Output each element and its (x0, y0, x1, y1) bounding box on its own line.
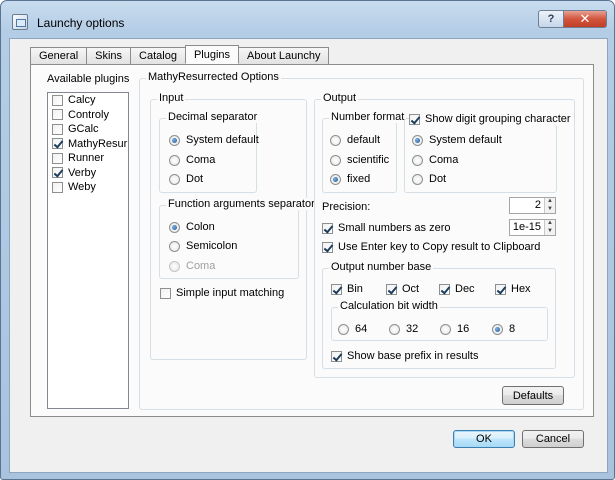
precision-spinbox[interactable]: 2 ▲ ▼ (509, 197, 556, 214)
grouping-dot-radio[interactable]: Dot (412, 172, 446, 186)
radio-icon (338, 323, 349, 335)
format-scientific-radio[interactable]: scientific (330, 153, 389, 167)
plugin-checkbox[interactable] (52, 138, 63, 150)
list-item[interactable]: Weby (48, 180, 128, 195)
checkbox-icon (495, 283, 506, 295)
cancel-button[interactable]: Cancel (522, 430, 584, 448)
base-oct-checkbox[interactable]: Oct (386, 282, 419, 296)
precision-label: Precision: (322, 201, 371, 213)
tab-general[interactable]: General (30, 47, 88, 64)
list-item[interactable]: Runner (48, 151, 128, 166)
small-numbers-checkbox[interactable]: Small numbers as zero (322, 221, 451, 235)
digit-grouping-checkbox[interactable]: Show digit grouping character (409, 112, 573, 126)
format-default-radio[interactable]: default (330, 133, 380, 147)
list-item[interactable]: Controly (48, 108, 128, 123)
spin-down-icon[interactable]: ▼ (545, 227, 555, 235)
plugin-checkbox[interactable] (52, 94, 63, 106)
plugin-checkbox[interactable] (52, 167, 63, 179)
tab-skins[interactable]: Skins (86, 47, 132, 64)
plugin-checkbox[interactable] (52, 152, 63, 164)
checkbox-icon (322, 222, 333, 234)
bit-width-32-radio[interactable]: 32 (389, 322, 418, 336)
base-bin-checkbox[interactable]: Bin (331, 282, 363, 296)
function-semicolon-radio[interactable]: Semicolon (169, 239, 237, 253)
dialog-client: General Skins Catalog Plugins About Laun… (9, 38, 608, 473)
spin-up-icon[interactable]: ▲ (545, 198, 555, 206)
base-dec-checkbox[interactable]: Dec (439, 282, 475, 296)
radio-icon (169, 154, 180, 166)
list-item[interactable]: MathyResurrec (48, 137, 128, 152)
radio-icon (169, 240, 180, 252)
show-prefix-checkbox[interactable]: Show base prefix in results (331, 349, 478, 363)
function-separator-label: Function arguments separator (166, 198, 317, 210)
function-colon-radio[interactable]: Colon (169, 220, 215, 234)
grouping-system-default-radio[interactable]: System default (412, 133, 502, 147)
radio-icon (330, 134, 341, 146)
bit-width-label: Calculation bit width (338, 300, 440, 312)
radio-icon (412, 154, 423, 166)
small-numbers-spinbox[interactable]: 1e-15 ▲ ▼ (509, 219, 556, 236)
bit-width-64-radio[interactable]: 64 (338, 322, 367, 336)
function-coma-radio: Coma (169, 259, 215, 273)
list-item[interactable]: Verby (48, 166, 128, 181)
small-numbers-value: 1e-15 (512, 221, 541, 233)
radio-icon (389, 323, 400, 335)
decimal-dot-radio[interactable]: Dot (169, 172, 203, 186)
title-bar[interactable]: Launchy options ? ✕ (1, 1, 614, 37)
number-base-label: Output number base (329, 261, 434, 273)
radio-icon (169, 173, 180, 185)
close-button[interactable]: ✕ (564, 10, 607, 28)
list-item[interactable]: GCalc (48, 122, 128, 137)
output-label: Output (321, 92, 359, 104)
checkbox-icon (331, 350, 342, 362)
base-hex-checkbox[interactable]: Hex (495, 282, 531, 296)
checkbox-icon (439, 283, 450, 295)
decimal-coma-radio[interactable]: Coma (169, 153, 215, 167)
radio-icon (169, 134, 180, 146)
decimal-separator-label: Decimal separator (166, 111, 260, 123)
plugin-checkbox[interactable] (52, 109, 63, 121)
available-plugins-label: Available plugins (45, 73, 132, 85)
number-format-label: Number format (329, 111, 407, 123)
tab-catalog[interactable]: Catalog (130, 47, 186, 64)
spin-down-icon[interactable]: ▼ (545, 205, 555, 213)
help-button[interactable]: ? (538, 10, 564, 28)
radio-icon (412, 134, 423, 146)
simple-input-matching-checkbox[interactable]: Simple input matching (160, 286, 284, 300)
input-label: Input (157, 92, 186, 104)
ok-button[interactable]: OK (453, 430, 515, 448)
radio-icon (330, 173, 341, 185)
plugin-checkbox[interactable] (52, 181, 63, 193)
use-enter-checkbox[interactable]: Use Enter key to Copy result to Clipboar… (322, 240, 540, 254)
checkbox-icon (160, 287, 171, 299)
decimal-system-default-radio[interactable]: System default (169, 133, 259, 147)
bit-width-16-radio[interactable]: 16 (440, 322, 469, 336)
tab-bar: General Skins Catalog Plugins About Laun… (30, 45, 330, 64)
grouping-coma-radio[interactable]: Coma (412, 153, 458, 167)
app-icon (12, 14, 28, 30)
radio-icon (440, 323, 451, 335)
radio-icon (169, 260, 180, 272)
spin-up-icon[interactable]: ▲ (545, 220, 555, 228)
mathy-options-title: MathyResurrected Options (146, 71, 281, 83)
format-fixed-radio[interactable]: fixed (330, 172, 370, 186)
window-frame: Launchy options ? ✕ General Skins Catalo… (0, 0, 615, 480)
radio-icon (169, 221, 180, 233)
radio-icon (492, 323, 503, 335)
precision-value: 2 (534, 199, 541, 211)
plugins-list[interactable]: Calcy Controly GCalc MathyResurrec Runne… (47, 92, 129, 409)
window-title: Launchy options (37, 16, 125, 30)
checkbox-icon (386, 283, 397, 295)
tab-about-launchy[interactable]: About Launchy (238, 47, 330, 64)
plugin-checkbox[interactable] (52, 123, 63, 135)
defaults-button[interactable]: Defaults (502, 386, 564, 405)
checkbox-icon (331, 283, 342, 295)
radio-icon (330, 154, 341, 166)
checkbox-icon (322, 241, 333, 253)
tab-plugins[interactable]: Plugins (184, 45, 240, 64)
checkbox-icon (409, 113, 420, 125)
radio-icon (412, 173, 423, 185)
bit-width-8-radio[interactable]: 8 (492, 322, 515, 336)
list-item[interactable]: Calcy (48, 93, 128, 108)
